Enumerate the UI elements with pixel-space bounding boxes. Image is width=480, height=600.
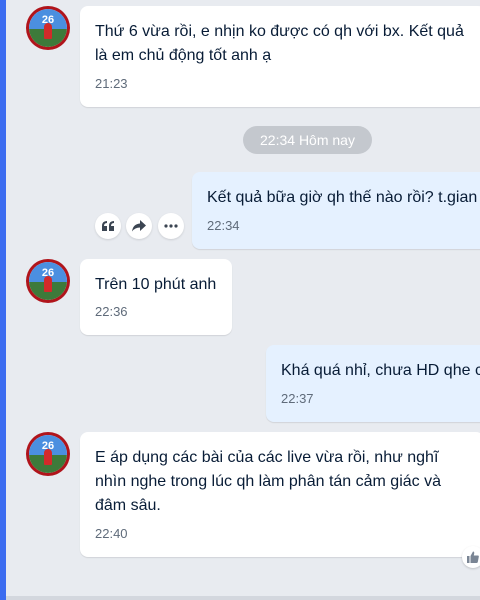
message-time: 22:37 xyxy=(281,391,314,406)
avatar-number: 26 xyxy=(41,14,55,26)
more-icon xyxy=(164,224,178,228)
chat-bottom-divider xyxy=(6,596,480,600)
message-text: Khá quá nhỉ, chưa HD qhe c xyxy=(281,362,480,379)
quote-icon xyxy=(102,221,114,231)
left-accent-bar xyxy=(0,0,6,600)
avatar-emblem: 26 xyxy=(29,435,67,473)
message-bubble-outgoing[interactable]: Khá quá nhỉ, chưa HD qhe c 22:37 xyxy=(266,345,480,422)
avatar-number: 26 xyxy=(41,440,55,452)
message-bubble-incoming[interactable]: Thứ 6 vừa rồi, e nhịn ko được có qh với … xyxy=(80,6,480,107)
message-time: 21:23 xyxy=(95,76,128,91)
message-text: Thứ 6 vừa rồi, e nhịn ko được có qh với … xyxy=(95,23,464,64)
share-icon xyxy=(132,220,146,232)
more-button[interactable] xyxy=(158,213,184,239)
message-time: 22:36 xyxy=(95,304,128,319)
contact-avatar[interactable]: 26 xyxy=(26,259,70,303)
date-separator: 22:34 Hôm nay xyxy=(243,126,372,154)
reaction-button[interactable] xyxy=(462,546,480,568)
contact-avatar[interactable]: 26 xyxy=(26,432,70,476)
message-text: E áp dụng các bài của các live vừa rồi, … xyxy=(95,449,441,514)
avatar-emblem: 26 xyxy=(29,9,67,47)
message-bubble-incoming[interactable]: Trên 10 phút anh 22:36 xyxy=(80,259,232,335)
thumbs-up-icon xyxy=(467,551,479,563)
share-button[interactable] xyxy=(126,213,152,239)
contact-avatar[interactable]: 26 xyxy=(26,6,70,50)
message-bubble-incoming[interactable]: E áp dụng các bài của các live vừa rồi, … xyxy=(80,432,480,557)
message-bubble-outgoing[interactable]: Kết quả bữa giờ qh thế nào rồi? t.gian 2… xyxy=(192,172,480,249)
quote-button[interactable] xyxy=(95,213,121,239)
message-text: Kết quả bữa giờ qh thế nào rồi? t.gian xyxy=(207,189,478,206)
avatar-emblem: 26 xyxy=(29,262,67,300)
message-time: 22:40 xyxy=(95,526,128,541)
avatar-number: 26 xyxy=(41,267,55,279)
message-time: 22:34 xyxy=(207,218,240,233)
message-text: Trên 10 phút anh xyxy=(95,276,217,293)
